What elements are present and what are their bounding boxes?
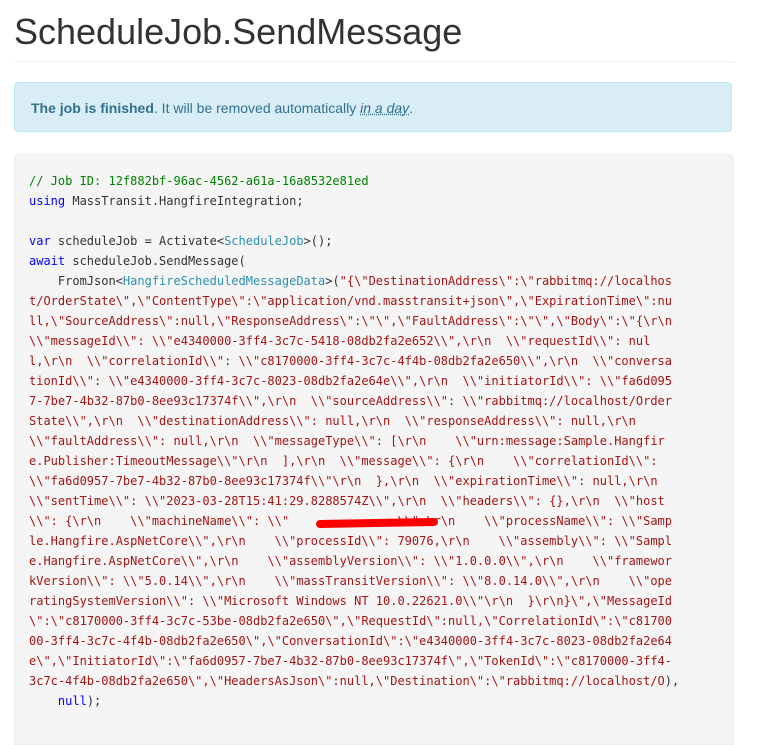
json-string-line: State\\",\r\n \\"destinationAddress\\": … bbox=[29, 414, 636, 428]
var-declaration: scheduleJob = Activate< bbox=[50, 234, 225, 248]
job-status-alert: The job is finished. It will be removed … bbox=[14, 82, 732, 132]
code-line-var: var scheduleJob = Activate<ScheduleJob>(… bbox=[29, 231, 719, 251]
alert-relative-time[interactable]: in a day bbox=[360, 100, 409, 116]
await-keyword: await bbox=[29, 254, 66, 268]
alert-status-end: . bbox=[409, 100, 414, 116]
code-line-null: null); bbox=[29, 691, 719, 711]
json-string-line: l,\r\n \\"correlationId\\": \\"c8170000-… bbox=[29, 354, 672, 368]
using-keyword: using bbox=[29, 194, 66, 208]
json-string-line: \\"sentTime\\": \\"2023-03-28T15:41:29.8… bbox=[29, 494, 665, 508]
fromjson-paren: >( bbox=[325, 274, 340, 288]
job-id-comment: // Job ID: 12f882bf-96ac-4562-a61a-16a85… bbox=[29, 174, 369, 188]
json-string-line: ratingSystemVersion\\": \\"Microsoft Win… bbox=[29, 594, 672, 608]
job-code-block: // Job ID: 12f882bf-96ac-4562-a61a-16a85… bbox=[14, 154, 734, 745]
null-indent bbox=[29, 694, 58, 708]
json-string-line: t/OrderState\",\"ContentType\":\"applica… bbox=[29, 294, 672, 308]
json-string-line: ll,\"SourceAddress\":null,\"ResponseAddr… bbox=[29, 314, 672, 328]
json-string-line: e.Hangfire.AspNetCore\\",\r\n \\"assembl… bbox=[29, 554, 672, 568]
json-string-line: \\"faultAddress\\": null,\r\n \\"message… bbox=[29, 434, 665, 448]
alert-status-strong: The job is finished bbox=[31, 100, 154, 116]
json-string-line: 3c7c-4f4b-08db2fa2e650\",\"HeadersAsJson… bbox=[29, 674, 665, 688]
json-string-line: e.Publisher:TimeoutMessage\\"\r\n ],\r\n… bbox=[29, 454, 658, 468]
code-line-using: using MassTransit.HangfireIntegration; bbox=[29, 191, 719, 211]
using-namespace: MassTransit.HangfireIntegration; bbox=[65, 194, 304, 208]
fromjson-call: FromJson< bbox=[29, 274, 123, 288]
json-string-line: tionId\\": \\"e4340000-3ff4-3c7c-8023-08… bbox=[29, 374, 672, 388]
json-string-line: \\"fa6d0957-7be7-4b32-87b0-8ee93c17374f\… bbox=[29, 474, 658, 488]
schedulejob-type: ScheduleJob bbox=[224, 234, 304, 248]
call-end: ); bbox=[86, 694, 102, 708]
code-line-await: await scheduleJob.SendMessage( bbox=[29, 251, 719, 271]
json-string-line: \\"messageId\\": \\"e4340000-3ff4-3c7c-5… bbox=[29, 334, 651, 348]
var-keyword: var bbox=[29, 234, 51, 248]
json-string-line: le.Hangfire.AspNetCore\\",\r\n \\"proces… bbox=[29, 534, 672, 548]
code-line-string-end: 3c7c-4f4b-08db2fa2e650\",\"HeadersAsJson… bbox=[29, 671, 719, 691]
json-string-line: \":\"c8170000-3ff4-3c7c-53be-08db2fa2e65… bbox=[29, 614, 672, 628]
page-title: ScheduleJob.SendMessage bbox=[14, 11, 463, 52]
json-string-line: 00-3ff4-3c7c-4f4b-08db2fa2e650\",\"Conve… bbox=[29, 634, 672, 648]
json-string-line: kVersion\\": \\"5.0.14\\",\r\n \\"massTr… bbox=[29, 574, 672, 588]
close-paren: ), bbox=[664, 674, 680, 688]
json-string-line: 7-7be7-4b32-87b0-8ee93c17374f\\",\r\n \\… bbox=[29, 394, 672, 408]
json-string-line: e\",\"InitiatorId\":\"fa6d0957-7be7-4b32… bbox=[29, 654, 672, 668]
code-line-comment: // Job ID: 12f882bf-96ac-4562-a61a-16a85… bbox=[29, 171, 719, 191]
await-call: scheduleJob.SendMessage( bbox=[65, 254, 246, 268]
title-divider bbox=[14, 61, 734, 62]
message-data-type: HangfireScheduledMessageData bbox=[122, 274, 326, 288]
json-string-line: "{\"DestinationAddress\":\"rabbitmq://lo… bbox=[339, 274, 673, 288]
alert-status-text: . It will be removed automatically bbox=[153, 100, 361, 116]
var-declaration-end: >(); bbox=[303, 234, 333, 248]
code-line-fromjson: FromJson<HangfireScheduledMessageData>("… bbox=[29, 271, 719, 291]
null-keyword: null bbox=[57, 694, 87, 708]
